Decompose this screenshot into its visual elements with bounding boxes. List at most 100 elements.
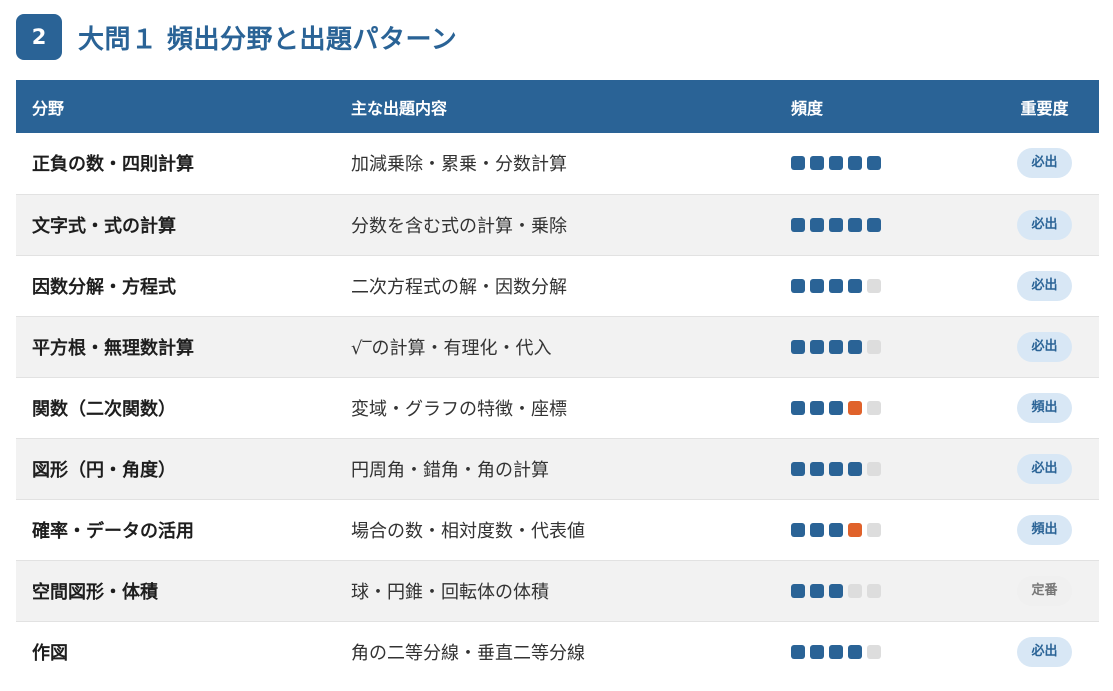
frequency-dot xyxy=(867,156,881,171)
frequency-cell xyxy=(775,133,990,194)
frequency-dot xyxy=(848,461,862,476)
frequency-dot xyxy=(867,217,881,232)
importance-badge: 頻出 xyxy=(1017,392,1072,423)
field-cell: 平方根・無理数計算 xyxy=(32,337,194,359)
content-cell: 球・円錐・回転体の体積 xyxy=(351,581,549,603)
importance-badge: 必出 xyxy=(1017,636,1072,667)
frequency-dot xyxy=(810,522,824,537)
importance-badge: 必出 xyxy=(1017,148,1072,179)
importance-cell: 必出 xyxy=(990,316,1099,377)
frequency-cell xyxy=(775,316,990,377)
table-row: 平方根・無理数計算 √‾の計算・有理化・代入 必出 xyxy=(16,316,1099,377)
frequency-dot xyxy=(810,339,824,354)
content-cell: 場合の数・相対度数・代表値 xyxy=(351,520,585,542)
frequency-dot xyxy=(867,583,881,598)
frequency-dot xyxy=(867,400,881,415)
frequency-dot xyxy=(810,644,824,659)
content-cell: 円周角・錯角・角の計算 xyxy=(351,459,549,481)
frequency-dot xyxy=(791,278,805,293)
importance-cell: 頻出 xyxy=(990,377,1099,438)
frequency-cell xyxy=(775,499,990,560)
content-cell: 加減乗除・累乗・分数計算 xyxy=(351,154,567,176)
frequency-dot xyxy=(848,644,862,659)
frequency-dot xyxy=(829,522,843,537)
frequency-dot xyxy=(791,339,805,354)
frequency-meter xyxy=(791,278,990,293)
importance-badge: 定番 xyxy=(1017,575,1072,606)
frequency-meter xyxy=(791,400,990,415)
importance-cell: 必出 xyxy=(990,133,1099,194)
importance-badge: 必出 xyxy=(1017,209,1072,240)
table-row: 文字式・式の計算 分数を含む式の計算・乗除 必出 xyxy=(16,194,1099,255)
field-cell: 文字式・式の計算 xyxy=(32,215,176,237)
frequency-dot xyxy=(829,339,843,354)
frequency-cell xyxy=(775,255,990,316)
frequency-dot xyxy=(829,156,843,171)
frequency-dot xyxy=(791,461,805,476)
frequency-meter xyxy=(791,156,990,171)
frequency-dot xyxy=(848,339,862,354)
importance-badge: 必出 xyxy=(1017,453,1072,484)
frequency-dot xyxy=(791,217,805,232)
frequency-dot xyxy=(791,156,805,171)
content-cell: 変域・グラフの特徴・座標 xyxy=(351,398,567,420)
frequency-dot xyxy=(867,461,881,476)
section-title: 大問１ 頻出分野と出題パターン xyxy=(78,24,458,55)
table-row: 因数分解・方程式 二次方程式の解・因数分解 必出 xyxy=(16,255,1099,316)
frequency-dot xyxy=(829,217,843,232)
frequency-meter xyxy=(791,461,990,476)
frequency-dot xyxy=(810,278,824,293)
frequency-dot xyxy=(848,583,862,598)
frequency-dot xyxy=(810,461,824,476)
frequency-cell xyxy=(775,621,990,682)
frequency-meter xyxy=(791,217,990,232)
importance-badge: 必出 xyxy=(1017,331,1072,362)
importance-badge: 頻出 xyxy=(1017,514,1072,545)
field-cell: 空間図形・体積 xyxy=(32,581,158,603)
table-row: 空間図形・体積 球・円錐・回転体の体積 定番 xyxy=(16,560,1099,621)
importance-cell: 頻出 xyxy=(990,499,1099,560)
frequency-dot xyxy=(810,400,824,415)
frequency-dot xyxy=(867,644,881,659)
field-cell: 図形（円・角度） xyxy=(32,459,176,481)
frequency-dot xyxy=(867,522,881,537)
frequency-dot xyxy=(810,156,824,171)
importance-cell: 必出 xyxy=(990,621,1099,682)
frequency-dot xyxy=(829,400,843,415)
field-cell: 正負の数・四則計算 xyxy=(32,154,194,176)
importance-cell: 必出 xyxy=(990,438,1099,499)
content-cell: √‾の計算・有理化・代入 xyxy=(351,337,552,359)
frequency-dot xyxy=(791,400,805,415)
frequency-dot xyxy=(829,644,843,659)
frequency-dot xyxy=(829,461,843,476)
frequency-dot xyxy=(848,217,862,232)
frequency-dot xyxy=(848,522,862,537)
content-cell: 角の二等分線・垂直二等分線 xyxy=(351,642,585,664)
table-row: 正負の数・四則計算 加減乗除・累乗・分数計算 必出 xyxy=(16,133,1099,194)
table-row: 確率・データの活用 場合の数・相対度数・代表値 頻出 xyxy=(16,499,1099,560)
frequency-dot xyxy=(829,278,843,293)
header-content: 主な出題内容 xyxy=(351,98,448,118)
importance-cell: 必出 xyxy=(990,255,1099,316)
field-cell: 確率・データの活用 xyxy=(32,520,194,542)
frequency-dot xyxy=(810,583,824,598)
frequency-dot xyxy=(791,644,805,659)
section-number-badge: 2 xyxy=(16,14,62,60)
frequency-dot xyxy=(867,339,881,354)
frequency-meter xyxy=(791,522,990,537)
frequency-dot xyxy=(791,522,805,537)
table-header-row: 分野 主な出題内容 頻度 重要度 xyxy=(16,80,1099,133)
frequency-dot xyxy=(810,217,824,232)
frequency-table: 分野 主な出題内容 頻度 重要度 正負の数・四則計算 加減乗除・累乗・分数計算 必出… xyxy=(16,80,1099,682)
header-importance: 重要度 xyxy=(1020,98,1069,118)
table-row: 図形（円・角度） 円周角・錯角・角の計算 必出 xyxy=(16,438,1099,499)
content-cell: 二次方程式の解・因数分解 xyxy=(351,276,567,298)
frequency-dot xyxy=(848,156,862,171)
frequency-meter xyxy=(791,339,990,354)
content-cell: 分数を含む式の計算・乗除 xyxy=(351,215,567,237)
table-row: 作図 角の二等分線・垂直二等分線 必出 xyxy=(16,621,1099,682)
frequency-dot xyxy=(848,278,862,293)
header-frequency: 頻度 xyxy=(791,98,824,118)
frequency-cell xyxy=(775,377,990,438)
section-heading: 2 大問１ 頻出分野と出題パターン xyxy=(16,14,457,60)
